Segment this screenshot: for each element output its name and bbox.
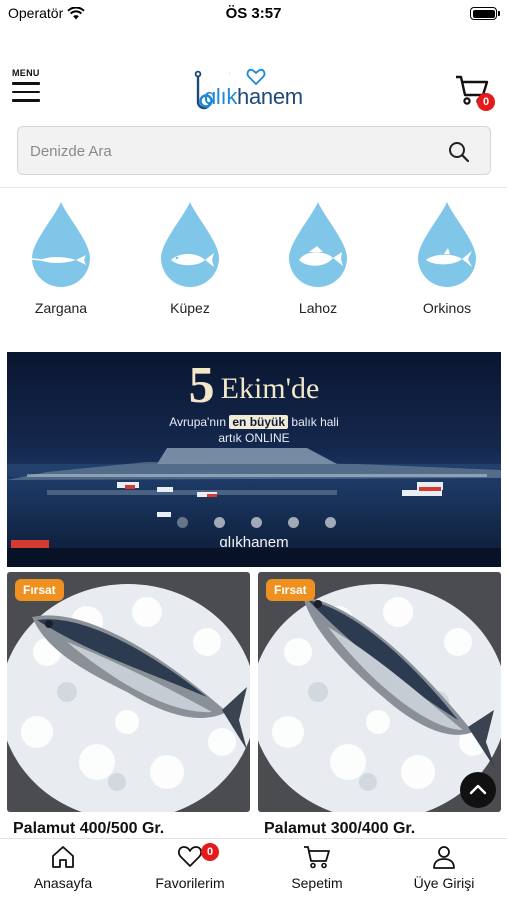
menu-label: MENU <box>12 68 40 78</box>
search-bar <box>17 126 491 175</box>
tab-label: Anasayfa <box>33 875 93 891</box>
product-image: Fırsat <box>7 572 250 812</box>
header-divider <box>0 187 507 188</box>
tab-login[interactable]: Üye Girişi <box>381 845 507 891</box>
banner-headline: 5 Ekim'de <box>188 357 320 414</box>
tab-label: Favorilerim <box>155 875 225 891</box>
category-item-orkinos[interactable]: Orkinos <box>392 200 502 316</box>
deal-badge: Fırsat <box>15 579 64 601</box>
category-item-lahoz[interactable]: Lahoz <box>263 200 373 316</box>
category-item-zargana[interactable]: Zargana <box>6 200 116 316</box>
deal-badge: Fırsat <box>266 579 315 601</box>
tuna-drop-icon <box>418 202 476 287</box>
category-label: Küpez <box>170 300 210 316</box>
header-cart-button[interactable]: 0 <box>455 72 495 112</box>
banner-subtitle: Avrupa'nın en büyük balık hali artık ONL… <box>169 415 339 445</box>
category-strip: Zargana Küpez Lahoz Orkinos <box>0 200 507 325</box>
category-label: Lahoz <box>298 300 338 316</box>
cart-count-badge: 0 <box>477 93 495 111</box>
favorites-count-badge: 0 <box>201 843 219 861</box>
home-icon <box>52 846 74 868</box>
scroll-to-top-button[interactable] <box>460 772 496 808</box>
search-icon[interactable] <box>448 141 470 163</box>
bottom-tab-bar: Anasayfa 0 Favorilerim Sepetim Üye Giriş… <box>0 838 507 900</box>
search-input[interactable] <box>30 137 430 165</box>
product-title[interactable]: Palamut 400/500 Gr. <box>13 820 164 838</box>
category-label: Orkinos <box>422 300 472 316</box>
carousel-dot[interactable] <box>288 517 299 528</box>
carousel-dot[interactable] <box>251 517 262 528</box>
tab-home[interactable]: Anasayfa <box>0 845 126 891</box>
hamburger-icon <box>12 82 44 102</box>
user-icon <box>433 846 455 869</box>
battery-icon <box>470 7 500 20</box>
carousel-dots <box>177 517 347 531</box>
carousel-dot[interactable] <box>214 517 225 528</box>
carousel-dot[interactable] <box>177 517 188 528</box>
banner-logo: ɑlıkhanem <box>219 534 289 551</box>
carousel-dot[interactable] <box>325 517 336 528</box>
status-time: ÖS 3:57 <box>225 5 282 22</box>
product-title[interactable]: Palamut 300/400 Gr. <box>264 820 415 838</box>
fish-drop-icon <box>161 202 219 287</box>
app-header: MENU ɑlıkhanem 0 <box>0 60 507 120</box>
category-label: Zargana <box>34 300 88 316</box>
category-item-kupez[interactable]: Küpez <box>135 200 245 316</box>
status-bar: Operatör ÖS 3:57 <box>0 0 507 30</box>
chevron-up-icon <box>469 784 487 795</box>
needlefish-drop-icon <box>31 202 90 287</box>
logo-text: ɑlıkhanem <box>204 84 303 109</box>
grouper-drop-icon <box>289 202 347 287</box>
tab-label: Sepetim <box>291 875 343 891</box>
product-card[interactable]: Fırsat Palamut 400/500 Gr. <box>7 572 250 842</box>
menu-button[interactable]: MENU <box>12 68 44 114</box>
tab-cart[interactable]: Sepetim <box>254 845 380 891</box>
promo-banner[interactable]: 5 Ekim'de Avrupa'nın en büyük balık hali … <box>7 352 501 567</box>
tab-label: Üye Girişi <box>413 875 475 891</box>
fish-on-ice-image <box>7 572 250 812</box>
brand-logo[interactable]: ɑlıkhanem <box>190 68 320 112</box>
heart-icon <box>177 846 203 867</box>
cart-icon <box>304 846 330 869</box>
tab-favorites[interactable]: 0 Favorilerim <box>127 843 253 891</box>
